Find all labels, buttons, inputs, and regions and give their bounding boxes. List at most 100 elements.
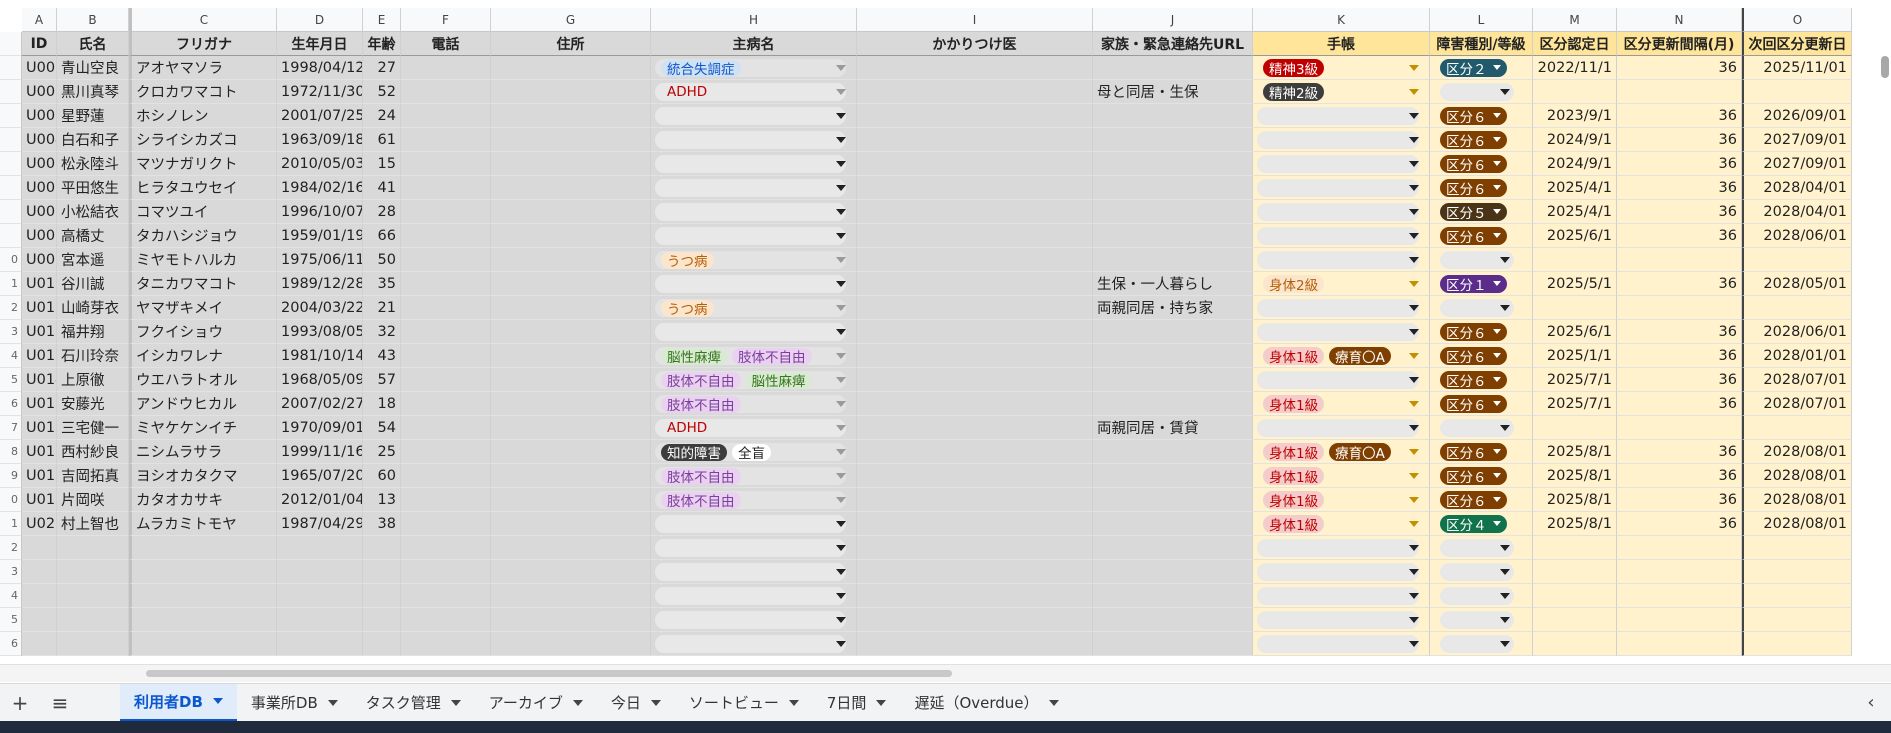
cell-diag[interactable] — [651, 512, 857, 536]
diagnosis-dropdown[interactable]: ADHD — [655, 419, 846, 437]
chevron-down-icon[interactable] — [836, 329, 846, 335]
cell-techo[interactable] — [1253, 296, 1430, 320]
cell-addr[interactable] — [491, 296, 651, 320]
cell-techo[interactable]: 精神2級 — [1253, 80, 1430, 104]
chevron-down-icon[interactable] — [876, 699, 887, 706]
cell-kana[interactable]: シライシカズコ — [129, 128, 277, 152]
cell-doctor[interactable] — [857, 416, 1093, 440]
cell-doctor[interactable] — [857, 200, 1093, 224]
column-letter-k[interactable]: K — [1253, 8, 1430, 32]
row-number[interactable] — [0, 176, 21, 200]
cell-kana[interactable]: タカハシジョウ — [129, 224, 277, 248]
cell-techo[interactable]: 精神3級 — [1253, 56, 1430, 80]
column-letter-c[interactable]: C — [129, 8, 277, 32]
cell-name[interactable] — [57, 560, 129, 584]
cell-addr[interactable] — [491, 632, 651, 656]
cell-name[interactable]: 青山空良 — [57, 56, 129, 80]
chevron-down-icon[interactable] — [836, 233, 846, 239]
kubun-chip[interactable]: 区分５ — [1440, 202, 1507, 222]
cell-age[interactable]: 25 — [363, 440, 401, 464]
cell-nintei[interactable]: 2024/9/1 — [1533, 152, 1617, 176]
diagnosis-dropdown[interactable] — [655, 635, 846, 653]
sheet-tab[interactable]: 7日間 — [813, 684, 901, 722]
cell-age[interactable]: 13 — [363, 488, 401, 512]
cell-kubun[interactable] — [1430, 536, 1533, 560]
header-family[interactable]: 家族・緊急連絡先URL — [1093, 32, 1253, 56]
cell-name[interactable]: 小松結衣 — [57, 200, 129, 224]
row-number[interactable]: 2 — [0, 536, 21, 560]
cell-nintei[interactable]: 2025/1/1 — [1533, 344, 1617, 368]
row-number[interactable]: 5 — [0, 368, 21, 392]
horizontal-scroll-track[interactable] — [0, 664, 1891, 682]
kubun-chip[interactable]: 区分６ — [1440, 154, 1507, 174]
kubun-chip[interactable]: 区分６ — [1440, 322, 1507, 342]
cell-diag[interactable] — [651, 104, 857, 128]
techo-dropdown[interactable] — [1257, 635, 1419, 653]
cell-techo[interactable] — [1253, 632, 1430, 656]
cell-diag[interactable]: ADHD — [651, 416, 857, 440]
chevron-down-icon[interactable] — [1409, 185, 1419, 191]
cell-kana[interactable] — [129, 632, 277, 656]
chevron-down-icon[interactable] — [1409, 305, 1419, 311]
cell-name[interactable]: 谷川誠 — [57, 272, 129, 296]
cell-birth[interactable]: 2007/02/27 — [277, 392, 363, 416]
cell-addr[interactable] — [491, 176, 651, 200]
column-letter-h[interactable]: H — [651, 8, 857, 32]
diagnosis-dropdown[interactable]: 肢体不自由 — [655, 395, 846, 413]
diagnosis-dropdown[interactable] — [655, 131, 846, 149]
cell-addr[interactable] — [491, 272, 651, 296]
cell-birth[interactable]: 1993/08/05 — [277, 320, 363, 344]
cell-family[interactable] — [1093, 584, 1253, 608]
cell-techo[interactable] — [1253, 248, 1430, 272]
column-letter-a[interactable]: A — [22, 8, 57, 32]
cell-diag[interactable] — [651, 272, 857, 296]
cell-phone[interactable] — [401, 392, 491, 416]
column-letter-o[interactable]: O — [1742, 8, 1852, 32]
diagnosis-dropdown[interactable]: 脳性麻痺 肢体不自由 — [655, 347, 846, 365]
cell-id[interactable] — [22, 632, 57, 656]
cell-family[interactable] — [1093, 56, 1253, 80]
techo-dropdown[interactable] — [1257, 107, 1419, 125]
column-letter-j[interactable]: J — [1093, 8, 1253, 32]
cell-kana[interactable]: コマツユイ — [129, 200, 277, 224]
cell-diag[interactable]: うつ病 — [651, 248, 857, 272]
cell-family[interactable] — [1093, 320, 1253, 344]
cell-kana[interactable]: フクイショウ — [129, 320, 277, 344]
row-number[interactable]: 1 — [0, 512, 21, 536]
cell-diag[interactable] — [651, 320, 857, 344]
row-number[interactable]: 3 — [0, 320, 21, 344]
cell-phone[interactable] — [401, 536, 491, 560]
chevron-down-icon[interactable] — [836, 569, 846, 575]
cell-name[interactable]: 上原徹 — [57, 368, 129, 392]
techo-dropdown[interactable] — [1257, 179, 1419, 197]
cell-family[interactable] — [1093, 632, 1253, 656]
techo-dropdown[interactable] — [1257, 611, 1419, 629]
row-number[interactable]: 4 — [0, 584, 21, 608]
cell-kubun[interactable]: 区分６ — [1430, 128, 1533, 152]
cell-phone[interactable] — [401, 176, 491, 200]
row-number[interactable]: 1 — [0, 272, 21, 296]
cell-birth[interactable] — [277, 584, 363, 608]
cell-interval[interactable]: 36 — [1617, 464, 1742, 488]
cell-id[interactable]: U006 — [22, 176, 57, 200]
cell-name[interactable]: 平田悠生 — [57, 176, 129, 200]
sheet-tab[interactable]: 利用者DB — [120, 683, 237, 722]
cell-diag[interactable]: 肢体不自由 脳性麻痺 — [651, 368, 857, 392]
cell-interval[interactable] — [1617, 416, 1742, 440]
row-number[interactable]: 6 — [0, 632, 21, 656]
cell-next[interactable]: 2028/04/01 — [1742, 200, 1852, 224]
cell-doctor[interactable] — [857, 392, 1093, 416]
cell-interval[interactable]: 36 — [1617, 224, 1742, 248]
cell-age[interactable]: 15 — [363, 152, 401, 176]
cell-kubun[interactable]: 区分６ — [1430, 368, 1533, 392]
cell-id[interactable]: U016 — [22, 416, 57, 440]
cell-diag[interactable] — [651, 560, 857, 584]
cell-nintei[interactable]: 2025/6/1 — [1533, 320, 1617, 344]
cell-name[interactable]: 白石和子 — [57, 128, 129, 152]
cell-id[interactable]: U019 — [22, 488, 57, 512]
cell-doctor[interactable] — [857, 608, 1093, 632]
cell-age[interactable]: 66 — [363, 224, 401, 248]
cell-id[interactable] — [22, 560, 57, 584]
cell-techo[interactable] — [1253, 608, 1430, 632]
cell-diag[interactable]: うつ病 — [651, 296, 857, 320]
